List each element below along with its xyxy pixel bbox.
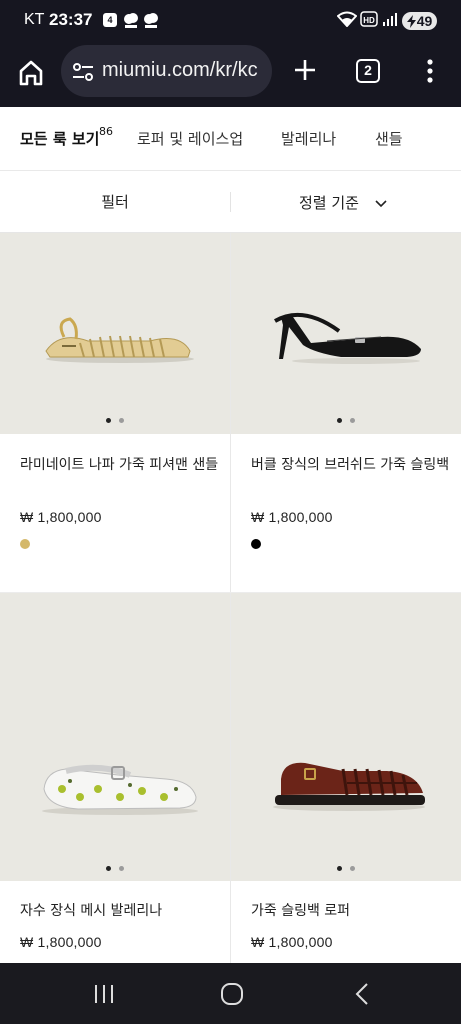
- status-bar: KT 23:37 4 HD 49: [0, 0, 461, 40]
- carrier-label: KT: [24, 11, 45, 28]
- clock: 23:37: [49, 10, 93, 29]
- product-name[interactable]: 가죽 슬링백 로퍼: [251, 901, 451, 922]
- category-nav: 모든 룩 보기 86 로퍼 및 레이스업 발레리나 샌들: [0, 107, 461, 171]
- carousel-dots: [0, 866, 230, 872]
- sort-button[interactable]: 정렬 기준: [299, 192, 359, 213]
- product-image-brown-loafer[interactable]: [231, 593, 461, 881]
- category-tab-loafers[interactable]: 로퍼 및 레이스업: [137, 128, 243, 149]
- currency-symbol: ₩: [20, 509, 34, 525]
- price-value: 1,800,000: [37, 934, 102, 950]
- carousel-dot[interactable]: [119, 418, 124, 423]
- carousel-dot[interactable]: [106, 866, 111, 871]
- grid-divider: [230, 233, 231, 963]
- recent-apps-icon[interactable]: [90, 981, 118, 1007]
- carousel-dot[interactable]: [350, 418, 355, 423]
- svg-text:HD: HD: [363, 16, 375, 25]
- home-icon[interactable]: [14, 56, 48, 90]
- url-text[interactable]: miumiu.com/kr/kc: [102, 59, 258, 82]
- price-value: 1,800,000: [268, 934, 333, 950]
- back-icon[interactable]: [350, 981, 378, 1007]
- category-count: 86: [99, 125, 113, 138]
- category-tab-sandals[interactable]: 샌들: [375, 128, 403, 149]
- product-price: ₩ 1,800,000: [20, 509, 102, 525]
- tab-switcher-button[interactable]: 2: [356, 59, 380, 83]
- carousel-dots: [0, 418, 230, 424]
- product-image-gold-sandal[interactable]: [0, 233, 230, 434]
- carousel-dot[interactable]: [337, 418, 342, 423]
- home-nav-icon[interactable]: [218, 981, 246, 1007]
- filter-divider: [230, 192, 231, 212]
- wifi-icon: [336, 11, 358, 31]
- product-price: ₩ 1,800,000: [251, 934, 333, 950]
- carousel-dots: [231, 418, 461, 424]
- won-app-icon-2: [142, 11, 160, 29]
- product-image-black-slingback[interactable]: [231, 233, 461, 434]
- product-name[interactable]: 자수 장식 메시 발레리나: [20, 901, 220, 922]
- carousel-dot[interactable]: [350, 866, 355, 871]
- color-swatch[interactable]: [251, 539, 261, 549]
- category-tab-all[interactable]: 모든 룩 보기: [20, 128, 99, 149]
- product-price: ₩ 1,800,000: [20, 934, 102, 950]
- site-settings-icon[interactable]: [71, 61, 95, 87]
- product-image-mesh-ballerina[interactable]: [0, 593, 230, 881]
- carousel-dot[interactable]: [106, 418, 111, 423]
- system-nav-bar: [0, 963, 461, 1024]
- product-name[interactable]: 라미네이트 나파 가죽 피셔맨 샌들: [20, 455, 220, 476]
- price-value: 1,800,000: [37, 509, 102, 525]
- currency-symbol: ₩: [251, 509, 265, 525]
- product-card[interactable]: 라미네이트 나파 가죽 피셔맨 샌들 ₩ 1,800,000: [0, 233, 230, 592]
- product-price: ₩ 1,800,000: [251, 509, 333, 525]
- battery-level: 49: [416, 13, 433, 29]
- signal-icon: [381, 11, 399, 31]
- system-icons: HD 49: [336, 11, 437, 31]
- category-tab-ballerinas[interactable]: 발레리나: [281, 128, 336, 149]
- product-name[interactable]: 버클 장식의 브러쉬드 가죽 슬링백: [251, 455, 451, 476]
- grid-divider: [0, 592, 461, 593]
- chevron-down-icon[interactable]: [374, 196, 388, 210]
- battery-icon: 49: [402, 12, 437, 30]
- filter-bar: 필터 정렬 기준: [0, 171, 461, 233]
- currency-symbol: ₩: [251, 934, 265, 950]
- product-card[interactable]: 가죽 슬링백 로퍼 ₩ 1,800,000: [231, 593, 461, 963]
- currency-symbol: ₩: [20, 934, 34, 950]
- carousel-dot[interactable]: [119, 866, 124, 871]
- filter-button[interactable]: 필터: [0, 171, 230, 233]
- address-bar[interactable]: miumiu.com/kr/kc: [61, 45, 272, 97]
- browser-toolbar: miumiu.com/kr/kc 2: [0, 40, 461, 107]
- new-tab-icon[interactable]: [290, 55, 320, 85]
- product-card[interactable]: 자수 장식 메시 발레리나 ₩ 1,800,000: [0, 593, 230, 963]
- notification-count-icon: 4: [103, 13, 117, 27]
- carousel-dots: [231, 866, 461, 872]
- won-app-icon: [122, 11, 140, 29]
- color-swatch[interactable]: [20, 539, 30, 549]
- carousel-dot[interactable]: [337, 866, 342, 871]
- hd-icon: HD: [360, 11, 378, 31]
- price-value: 1,800,000: [268, 509, 333, 525]
- product-card[interactable]: 버클 장식의 브러쉬드 가죽 슬링백 ₩ 1,800,000: [231, 233, 461, 592]
- more-menu-icon[interactable]: [420, 56, 440, 86]
